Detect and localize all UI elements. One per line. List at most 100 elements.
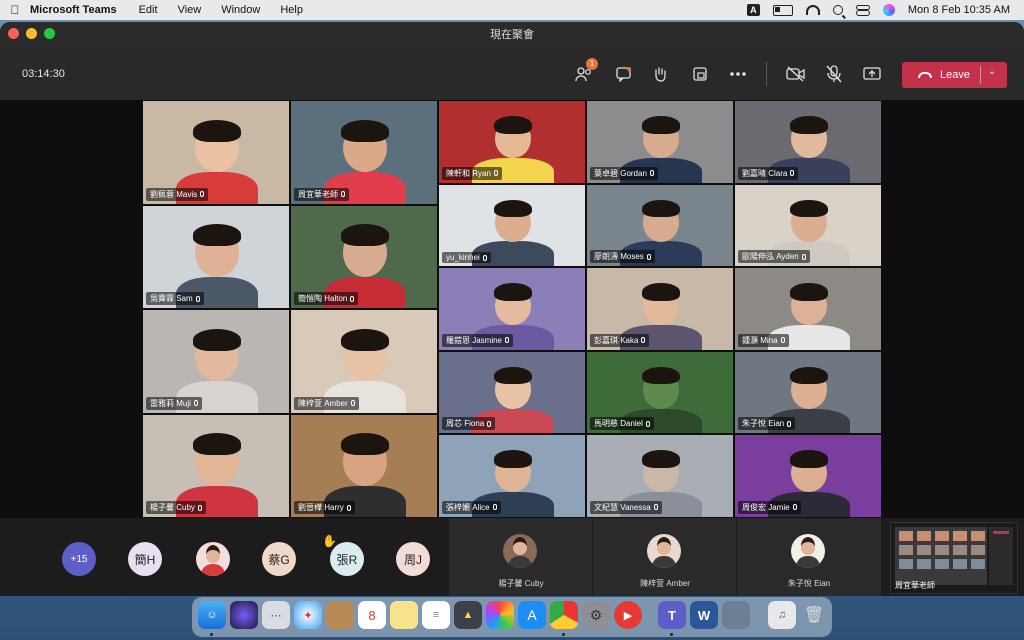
participant-hair [341,433,389,456]
participants-badge: 1 [586,58,598,70]
video-tile[interactable]: 楊子馨 Cuby [142,413,290,518]
system-preferences-icon[interactable]: ⚙ [582,601,610,629]
preview-icon[interactable] [722,601,750,629]
participant-name-tag: 馬明慈 Daniel [590,417,654,431]
video-tile[interactable]: 周俊宏 Jamie [734,434,882,518]
launchpad-icon[interactable]: ⋯ [262,601,290,629]
share-content-button[interactable] [862,64,882,84]
video-tile[interactable]: 雷雅莉 Muji [142,309,290,414]
input-source-icon[interactable]: A [746,4,760,16]
chrome-icon[interactable] [550,601,578,629]
menu-bar-clock[interactable]: Mon 8 Feb 10:35 AM [908,4,1010,16]
teams-icon[interactable]: T [658,601,686,629]
camera-toggle-button[interactable] [786,64,806,84]
photos-icon[interactable] [486,601,514,629]
reminders-icon[interactable]: ≡ [422,601,450,629]
menu-window[interactable]: Window [221,4,260,16]
chevron-down-icon[interactable]: ⌄ [988,66,996,77]
participant-name-tag: 鍾灝 Mina [738,333,789,347]
notes-icon[interactable] [390,601,418,629]
apple-menu-icon[interactable]:  [0,3,30,17]
menu-edit[interactable]: Edit [139,4,158,16]
raise-hand-button[interactable] [650,64,670,84]
video-tile[interactable]: 周芯 Fiona [438,350,586,435]
mic-icon [482,254,487,261]
safari-icon[interactable]: ✦ [294,601,322,629]
siri-app-icon[interactable] [230,601,258,629]
video-tile[interactable]: 吳霽霖 Sam [142,204,290,309]
video-tile[interactable]: 文紀慧 Vanessa [586,434,734,518]
mic-icon [653,504,658,511]
menu-bar-tray: A Mon 8 Feb 10:35 AM [746,0,1010,20]
minimize-window-button[interactable] [26,28,37,39]
mini-video-tile[interactable]: 朱子悅 Eian [736,518,881,596]
breakout-rooms-button[interactable] [690,64,710,84]
participant-avatar[interactable]: 張R [330,542,364,576]
trash-icon[interactable]: 🗑 [800,601,828,629]
participant-hair [494,116,532,134]
app-name-menu[interactable]: Microsoft Teams [30,4,117,16]
leave-meeting-button[interactable]: Leave ⌄ [902,62,1007,88]
mic-toggle-button[interactable] [824,64,844,84]
finder-icon[interactable]: ☺ [198,601,226,629]
video-tile[interactable]: 陳梓萱 Amber [290,309,438,414]
video-tile[interactable]: 簡愷陶 Halton [290,204,438,309]
video-tile[interactable]: 彭嘉琪 Kaka [586,267,734,351]
participant-hair [642,116,680,134]
contacts-icon[interactable] [326,601,354,629]
video-tile[interactable]: 陳軒和 Ryan [438,100,586,184]
participant-avatar[interactable]: 周J [396,542,430,576]
participant-avatar[interactable] [196,542,230,576]
menu-help[interactable]: Help [280,4,303,16]
video-tile[interactable]: 葉卓碧 Gordan [586,100,734,184]
video-tile[interactable]: 周宜華老師 [290,100,438,205]
participant-hair [494,199,532,218]
chat-button[interactable] [614,64,634,84]
mini-participant-photo [508,537,532,568]
mic-icon [195,295,200,302]
video-tile[interactable]: 廖朗濤 Moses [586,183,734,268]
video-tile[interactable]: 鍾灝 Mina [734,267,882,351]
video-tile[interactable]: 劉佩蓉 Mavis [142,100,290,205]
participant-hair [494,450,532,468]
calendar-icon[interactable]: 8 [358,601,386,629]
video-tile[interactable]: 馬明慈 Daniel [586,350,734,435]
share-screen-icon [863,67,881,80]
participant-avatar[interactable]: 簡H [128,542,162,576]
siri-icon[interactable] [882,4,895,16]
stickies-icon[interactable]: ▲ [454,601,482,629]
video-tile[interactable]: 劉晉樺 Harry [290,413,438,518]
mic-icon [780,337,785,344]
menu-view[interactable]: View [178,4,202,16]
mic-icon [790,170,795,177]
participants-button[interactable]: 1 [574,58,598,84]
mini-video-tile[interactable]: 楊子馨 Cuby [448,518,593,596]
wifi-icon[interactable] [805,5,820,15]
video-tile[interactable]: 張梓姍 Alice [438,434,586,518]
mini-video-tile[interactable]: 陳梓萱 Amber [592,518,737,596]
mic-icon [200,191,205,197]
app-store-icon[interactable]: A [518,601,546,629]
video-tile[interactable]: 歐陽伸泓 Ayden [734,183,882,268]
mic-icon [197,504,202,511]
participant-hair [341,119,389,142]
more-participants-avatar[interactable]: +15 [62,542,96,576]
participant-name: 簡愷陶 Halton [298,294,348,303]
battery-icon[interactable] [772,4,793,16]
word-icon[interactable]: W [690,601,718,629]
zoom-window-button[interactable] [44,28,55,39]
control-center-icon[interactable] [855,4,870,16]
video-tile[interactable]: 朱子悅 Eian [734,350,882,435]
player-icon[interactable]: ▶ [614,601,642,629]
participant-name-tag: 羅鎧恩 Jasmine [442,333,514,347]
music-icon[interactable]: ♫ [768,601,796,629]
spotlight-search-icon[interactable] [832,5,843,15]
participant-hair [642,450,680,468]
participant-avatar[interactable]: 蔡G [262,542,296,576]
close-window-button[interactable] [8,28,19,39]
more-actions-button[interactable] [728,64,748,84]
self-view-preview[interactable]: 周宜華老師 [890,522,1018,594]
video-tile[interactable]: 羅鎧恩 Jasmine [438,267,586,351]
video-tile[interactable]: 劉嘉晴 Clara [734,100,882,184]
video-tile[interactable]: yu_kinhei [438,183,586,268]
